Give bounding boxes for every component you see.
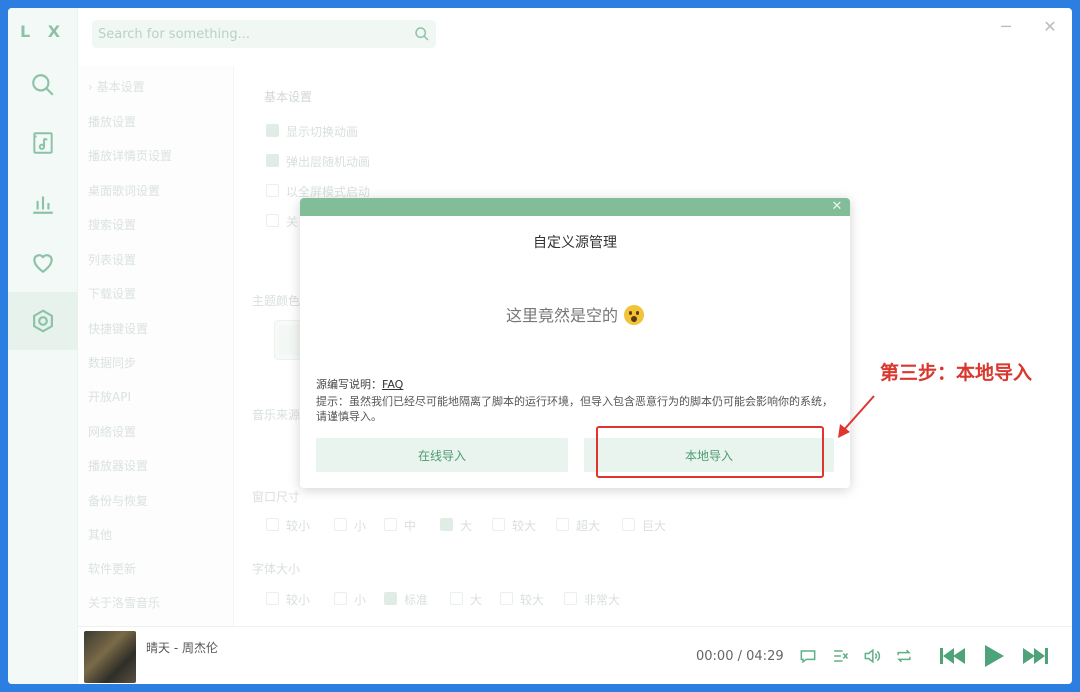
duration: 04:29 (746, 649, 784, 664)
online-import-button[interactable]: 在线导入 (316, 438, 568, 472)
comment-icon (800, 650, 816, 664)
player-bar: 晴天 - 周杰伦 00:00 / 04:29 (78, 626, 1072, 684)
volume-icon (864, 648, 881, 664)
play-time: 00:00 / 04:29 (696, 649, 784, 664)
source-doc-label: 源编写说明： (316, 378, 382, 391)
next-button[interactable] (1020, 644, 1050, 668)
previous-button[interactable] (938, 644, 968, 668)
play-mode-button[interactable] (892, 644, 916, 668)
comment-button[interactable] (796, 644, 820, 668)
lyric-off-icon (834, 650, 849, 662)
annotation-text: 第三步：本地导入 (880, 362, 1033, 384)
play-button[interactable] (978, 644, 1008, 668)
empty-state: 这里竟然是空的 (300, 302, 850, 326)
skip-next-icon (1023, 648, 1048, 664)
security-tip: 提示：虽然我们已经尽可能地隔离了脚本的运行环境，但导入包含恶意行为的脚本仍可能会… (316, 395, 833, 423)
lyric-toggle-button[interactable] (828, 644, 852, 668)
current-time: 00:00 (696, 649, 734, 664)
repeat-icon (897, 649, 911, 663)
play-icon (985, 645, 1004, 667)
dialog-title: 自定义源管理 (533, 235, 617, 251)
album-cover[interactable] (84, 631, 136, 683)
empty-state-text: 这里竟然是空的 (505, 306, 618, 325)
faq-link[interactable]: FAQ (382, 378, 403, 391)
skip-previous-icon (940, 648, 965, 664)
arrow-icon (838, 395, 875, 438)
source-doc-note: 源编写说明：FAQ (316, 376, 403, 392)
time-separator: / (737, 649, 742, 664)
song-title: 晴天 - 周杰伦 (146, 641, 218, 655)
app-window: L X ─ ✕ › 基本设置 播放设置 播放详情页设置 桌面歌词设置 搜索设置 … (8, 8, 1072, 684)
dialog-close-button[interactable]: ✕ (828, 198, 846, 216)
dialog-header-bar (300, 198, 850, 216)
volume-button[interactable] (860, 644, 884, 668)
highlight-box (596, 426, 824, 478)
astonished-face-icon (624, 305, 644, 325)
